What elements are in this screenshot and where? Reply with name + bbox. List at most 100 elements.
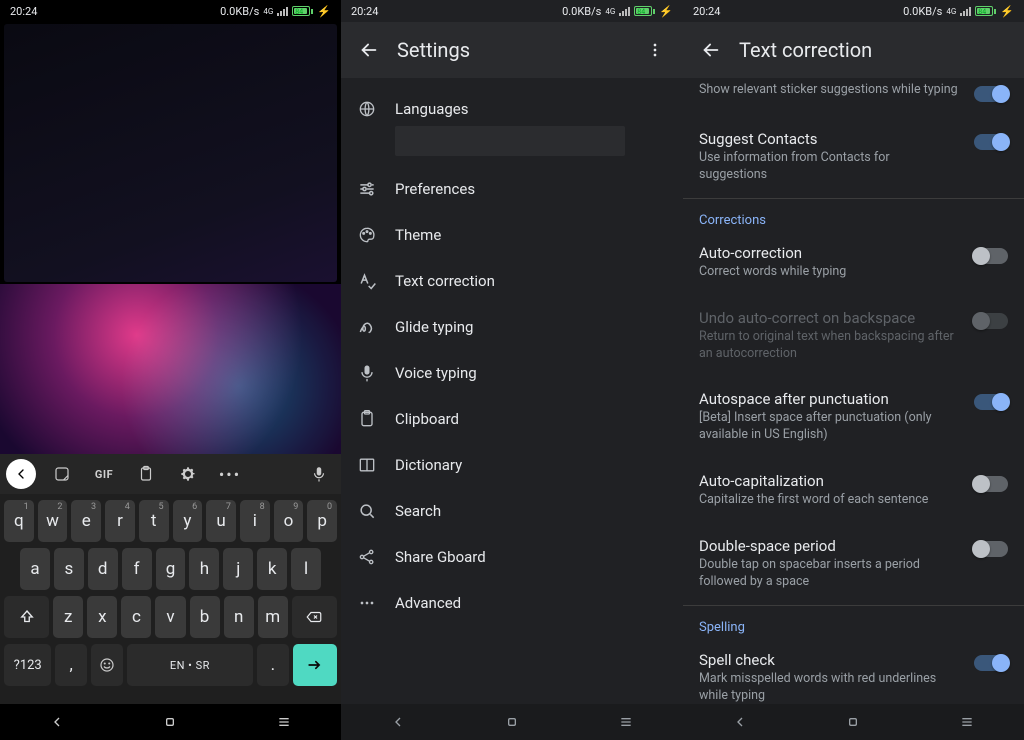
- toggle-switch[interactable]: [974, 655, 1008, 671]
- nav-back-icon[interactable]: [722, 704, 758, 740]
- key-j[interactable]: j: [223, 548, 253, 590]
- key-p[interactable]: p0: [307, 500, 337, 542]
- enter-key[interactable]: [293, 644, 337, 686]
- key-i[interactable]: i8: [240, 500, 270, 542]
- status-bar: 20:24 0.0KB/s 4G 84 ⚡: [341, 0, 683, 22]
- key-k[interactable]: k: [257, 548, 287, 590]
- settings-item-mic[interactable]: Voice typing: [341, 350, 683, 396]
- nav-bar: [0, 704, 341, 740]
- nav-home-icon[interactable]: [152, 704, 188, 740]
- setting-title: Undo auto-correct on backspace: [699, 309, 958, 327]
- text-correction-panel: Show relevant sticker suggestions while …: [683, 68, 1024, 719]
- settings-item-search[interactable]: Search: [341, 488, 683, 534]
- key-a[interactable]: a: [20, 548, 50, 590]
- mic-icon: [357, 363, 395, 383]
- settings-item-more[interactable]: Advanced: [341, 580, 683, 626]
- key-u[interactable]: u7: [206, 500, 236, 542]
- key-f[interactable]: f: [122, 548, 152, 590]
- share-icon: [357, 547, 395, 567]
- settings-gear-icon[interactable]: [172, 458, 204, 490]
- key-g[interactable]: g: [156, 548, 186, 590]
- status-right: 0.0KB/s 4G 84 ⚡: [220, 5, 331, 18]
- settings-item-tune[interactable]: Preferences: [341, 166, 683, 212]
- settings-item-palette[interactable]: Theme: [341, 212, 683, 258]
- more-icon[interactable]: •••: [214, 458, 246, 490]
- nav-recents-icon[interactable]: [266, 704, 302, 740]
- shift-key[interactable]: [4, 596, 49, 638]
- tune-icon: [357, 179, 395, 199]
- charging-icon: ⚡: [659, 5, 673, 18]
- toggle-switch[interactable]: [974, 248, 1008, 264]
- key-r[interactable]: r4: [105, 500, 135, 542]
- setting-subtitle: Mark misspelled words with red underline…: [699, 671, 958, 705]
- status-rat: 4G: [946, 7, 956, 16]
- period-key[interactable]: .: [257, 644, 289, 686]
- keyboard-row-1: q1w2e3r4t5y6u7i8o9p0: [4, 500, 337, 542]
- setting-row[interactable]: Double-space periodDouble tap on spaceba…: [699, 523, 1008, 605]
- setting-row[interactable]: Show relevant sticker suggestions while …: [699, 68, 1008, 116]
- key-t[interactable]: t5: [139, 500, 169, 542]
- overflow-menu-icon[interactable]: [635, 30, 675, 70]
- mic-icon[interactable]: [303, 458, 335, 490]
- nav-home-icon[interactable]: [494, 704, 530, 740]
- status-bar: 20:24 0.0KB/s 4G 84 ⚡: [683, 0, 1024, 22]
- toggle-switch[interactable]: [974, 541, 1008, 557]
- setting-row[interactable]: Suggest ContactsUse information from Con…: [699, 116, 1008, 198]
- toggle-switch[interactable]: [974, 394, 1008, 410]
- nav-recents-icon[interactable]: [949, 704, 985, 740]
- key-w[interactable]: w2: [38, 500, 68, 542]
- toggle-switch[interactable]: [974, 134, 1008, 150]
- key-h[interactable]: h: [189, 548, 219, 590]
- key-z[interactable]: z: [53, 596, 83, 638]
- collapse-keyboard-button[interactable]: [6, 459, 36, 489]
- settings-item-label: Voice typing: [395, 364, 477, 382]
- key-n[interactable]: n: [224, 596, 254, 638]
- setting-row[interactable]: Autospace after punctuation[Beta] Insert…: [699, 376, 1008, 458]
- status-time: 20:24: [10, 5, 37, 18]
- key-l[interactable]: l: [291, 548, 321, 590]
- toggle-switch[interactable]: [974, 476, 1008, 492]
- toggle-switch[interactable]: [974, 86, 1008, 102]
- back-button[interactable]: [349, 30, 389, 70]
- key-e[interactable]: e3: [71, 500, 101, 542]
- status-rat: 4G: [263, 7, 273, 16]
- settings-item-gesture[interactable]: Glide typing: [341, 304, 683, 350]
- settings-item-spellcheck[interactable]: Text correction: [341, 258, 683, 304]
- screen-text-correction: 20:24 0.0KB/s 4G 84 ⚡ Text correction Sh…: [683, 0, 1024, 740]
- gboard-keyboard: GIF ••• q1w2e3r4t5y6u7i8o9p0 asdfghjkl z…: [0, 454, 341, 704]
- settings-item-share[interactable]: Share Gboard: [341, 534, 683, 580]
- setting-row[interactable]: Auto-capitalizationCapitalize the first …: [699, 458, 1008, 523]
- key-v[interactable]: v: [155, 596, 185, 638]
- settings-item-book[interactable]: Dictionary: [341, 442, 683, 488]
- gif-button[interactable]: GIF: [88, 458, 120, 490]
- key-m[interactable]: m: [258, 596, 288, 638]
- clipboard-icon[interactable]: [130, 458, 162, 490]
- nav-back-icon[interactable]: [380, 704, 416, 740]
- key-b[interactable]: b: [190, 596, 220, 638]
- status-net: 0.0KB/s: [562, 5, 601, 18]
- key-x[interactable]: x: [87, 596, 117, 638]
- symbols-key[interactable]: ?123: [4, 644, 51, 686]
- settings-item-clipboard[interactable]: Clipboard: [341, 396, 683, 442]
- backspace-key[interactable]: [292, 596, 337, 638]
- key-y[interactable]: y6: [173, 500, 203, 542]
- comma-key[interactable]: ,: [55, 644, 87, 686]
- sticker-icon[interactable]: [46, 458, 78, 490]
- nav-back-icon[interactable]: [39, 704, 75, 740]
- back-button[interactable]: [691, 30, 731, 70]
- key-c[interactable]: c: [121, 596, 151, 638]
- nav-home-icon[interactable]: [835, 704, 871, 740]
- gesture-icon: [357, 317, 395, 337]
- spacebar-key[interactable]: EN • SR: [127, 644, 253, 686]
- setting-title: Autospace after punctuation: [699, 390, 958, 408]
- screen-keyboard: 20:24 0.0KB/s 4G 84 ⚡ GIF: [0, 0, 341, 740]
- key-s[interactable]: s: [54, 548, 84, 590]
- emoji-key[interactable]: [91, 644, 123, 686]
- toggle-switch: [974, 313, 1008, 329]
- key-o[interactable]: o9: [274, 500, 304, 542]
- key-q[interactable]: q1: [4, 500, 34, 542]
- key-d[interactable]: d: [88, 548, 118, 590]
- setting-row[interactable]: Auto-correctionCorrect words while typin…: [699, 230, 1008, 295]
- nav-recents-icon[interactable]: [608, 704, 644, 740]
- status-right: 0.0KB/s 4G 84 ⚡: [562, 5, 673, 18]
